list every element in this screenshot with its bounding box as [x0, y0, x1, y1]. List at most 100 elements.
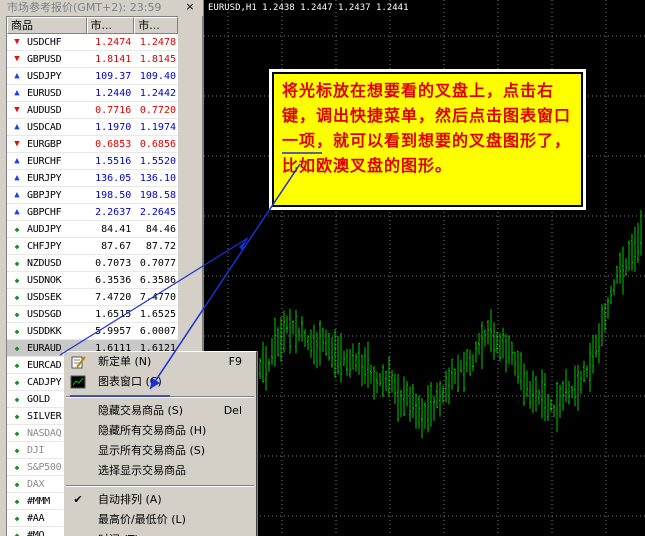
price-bar	[355, 353, 357, 372]
price-bar	[481, 321, 483, 370]
market-watch-title: 市场参考报价(GMT+2): 23:59	[0, 0, 203, 16]
close-icon[interactable]: ×	[184, 0, 196, 14]
price-bar	[565, 368, 567, 403]
arrow-up-icon: ▲	[14, 172, 20, 183]
column-symbol[interactable]: 商品	[7, 17, 87, 34]
price-bar	[580, 370, 582, 395]
quote-row[interactable]: ▲ USDCAD 1.1970 1.1974	[7, 119, 178, 136]
quote-symbol: EURJPY	[27, 172, 62, 184]
price-bar	[265, 346, 267, 391]
price-bar	[544, 373, 546, 421]
arrow-down-icon: ▼	[14, 53, 20, 64]
menu-item[interactable]: 最高价/最低价 (L)	[64, 510, 256, 530]
diamond-icon: ◆	[14, 309, 20, 319]
quote-row[interactable]: ◆ AUDJPY 84.41 84.46	[7, 221, 178, 238]
column-bid[interactable]: 市...	[86, 17, 135, 34]
price-bar	[634, 226, 636, 272]
price-bar	[307, 335, 309, 351]
price-bar	[313, 324, 315, 365]
menu-item-label: 显示所有交易商品 (S)	[98, 444, 206, 457]
quote-row[interactable]: ◆ CHFJPY 87.67 87.72	[7, 238, 178, 255]
price-bar	[439, 381, 441, 417]
price-bar	[283, 310, 285, 353]
quote-row[interactable]: ◆ USDSGD 1.6515 1.6525	[7, 306, 178, 323]
price-bar	[454, 368, 456, 384]
arrow-up-icon: ▲	[14, 189, 20, 200]
quote-row[interactable]: ▲ USDJPY 109.37 109.40	[7, 68, 178, 85]
quote-symbol-cell: ▼ AUDUSD	[7, 102, 87, 118]
price-bar	[583, 360, 585, 383]
diamond-icon: ◆	[14, 377, 20, 387]
quote-row[interactable]: ▲ EURUSD 1.2440 1.2442	[7, 85, 178, 102]
quote-symbol: USDNOK	[27, 274, 62, 286]
diamond-icon: ◆	[14, 513, 20, 523]
price-bar	[322, 328, 324, 352]
price-bar	[433, 395, 435, 421]
quote-symbol: USDDKK	[27, 325, 62, 337]
quote-ask: 198.58	[139, 190, 176, 201]
quote-ask: 87.72	[145, 241, 176, 252]
quote-row[interactable]: ◆ NZDUSD 0.7073 0.7077	[7, 255, 178, 272]
quote-row[interactable]: ◆ USDDKK 5.9957 6.0007	[7, 323, 178, 340]
price-bar	[406, 381, 408, 407]
price-bar	[562, 380, 564, 411]
quote-row[interactable]: ▼ EURGBP 0.6853 0.6856	[7, 136, 178, 153]
price-bar	[331, 337, 333, 368]
price-bar	[502, 327, 504, 359]
menu-item[interactable]: ✔ 自动排列 (A)	[64, 490, 256, 510]
menu-item[interactable]: 隐藏所有交易商品 (H)	[64, 421, 256, 441]
quote-symbol: SILVER	[27, 410, 62, 422]
diamond-icon: ◆	[14, 258, 20, 268]
quote-symbol: EURUSD	[27, 87, 62, 99]
checkmark-icon: ✔	[73, 493, 83, 506]
menu-item-label: 图表窗口 (C)	[98, 375, 162, 388]
price-bar	[301, 316, 303, 342]
price-bar	[490, 309, 492, 353]
diamond-icon: ◆	[14, 292, 20, 302]
quote-ask: 109.40	[139, 71, 176, 82]
quote-row[interactable]: ▲ EURJPY 136.05 136.10	[7, 170, 178, 187]
menu-item[interactable]: 图表窗口 (C)	[64, 372, 256, 392]
quote-bid: 2.2637	[95, 207, 132, 218]
menu-item[interactable]: 显示所有交易商品 (S)	[64, 441, 256, 461]
quote-symbol: CADJPY	[27, 376, 62, 388]
quote-bid: 0.7716	[95, 105, 132, 116]
quote-symbol-cell: ▼ GBPUSD	[7, 51, 87, 67]
quote-row[interactable]: ◆ USDNOK 6.3536 6.3586	[7, 272, 178, 289]
quote-bid: 5.9957	[95, 326, 132, 337]
quote-ask: 6.3586	[139, 275, 176, 286]
quote-bid: 198.50	[95, 190, 132, 201]
menu-item[interactable]: 选择显示交易商品	[64, 461, 256, 481]
quote-symbol-cell: ▼ USDCHF	[7, 34, 87, 50]
quote-row[interactable]: ▲ GBPCHF 2.2637 2.2645	[7, 204, 178, 221]
quote-symbol: GOLD	[27, 393, 50, 405]
quote-row[interactable]: ▲ EURCHF 1.5516 1.5520	[7, 153, 178, 170]
quote-ask: 7.4770	[139, 292, 176, 303]
quote-symbol: NASDAQ	[27, 427, 62, 439]
price-bar	[472, 354, 474, 372]
quote-row[interactable]: ▼ GBPUSD 1.8141 1.8145	[7, 51, 178, 68]
quote-row[interactable]: ▼ AUDUSD 0.7716 0.7720	[7, 102, 178, 119]
price-bar	[346, 349, 348, 376]
quote-row[interactable]: ▲ GBPJPY 198.50 198.58	[7, 187, 178, 204]
quote-symbol-cell: ▲ GBPCHF	[7, 204, 87, 220]
quote-ask: 1.6525	[139, 309, 176, 320]
quote-symbol: DJI	[27, 444, 45, 456]
diamond-icon: ◆	[14, 530, 20, 536]
menu-item[interactable]: 新定单 (N) F9	[64, 352, 256, 372]
price-bar	[553, 404, 555, 418]
quote-row[interactable]: ▼ USDCHF 1.2474 1.2478	[7, 34, 178, 51]
quote-symbol-cell: ◆ AUDJPY	[7, 221, 87, 237]
column-ask[interactable]: 市...	[134, 17, 178, 34]
quote-symbol-cell: ◆ USDDKK	[7, 323, 87, 339]
menu-item[interactable]: 时间 (T)	[64, 530, 256, 536]
quote-bid: 7.4720	[95, 292, 132, 303]
quote-bid: 0.7073	[95, 258, 132, 269]
menu-item[interactable]: 隐藏交易商品 (S) Del	[64, 401, 256, 421]
price-bar	[478, 332, 480, 355]
price-bar	[487, 320, 489, 345]
price-bar	[619, 252, 621, 284]
quote-symbol: S&P500	[27, 461, 62, 473]
quote-row[interactable]: ◆ USDSEK 7.4720 7.4770	[7, 289, 178, 306]
diamond-icon: ◆	[14, 241, 20, 251]
